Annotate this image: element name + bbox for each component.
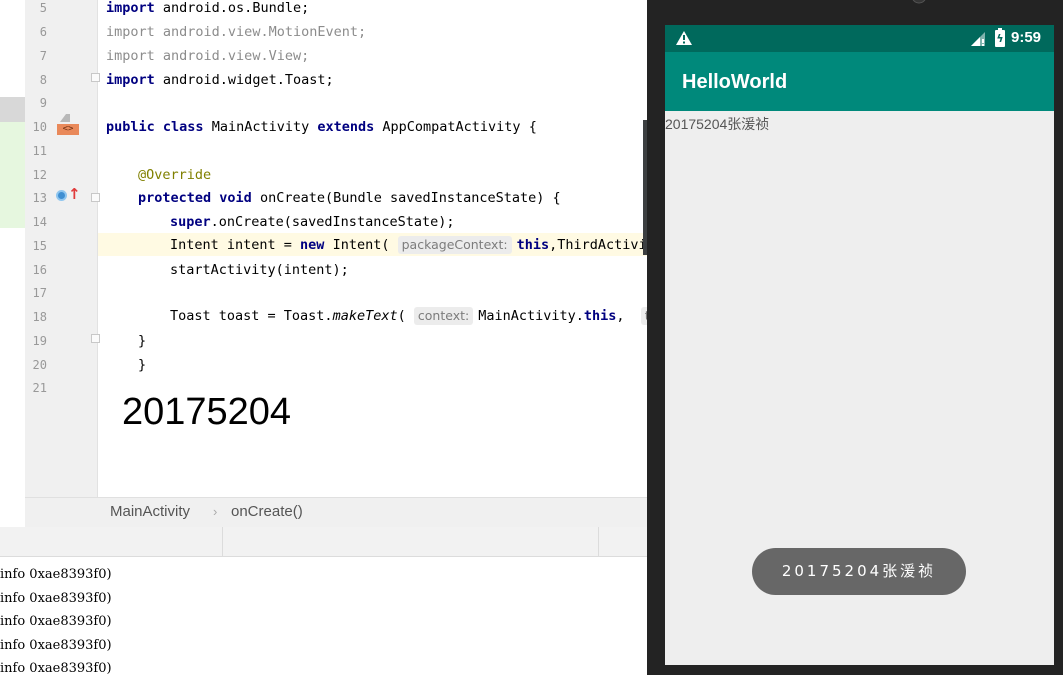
- line-number: 16: [32, 263, 47, 277]
- line-gutter[interactable]: 5 6 7 8 9 10 11 12 13 14 15 16 17 18 19 …: [25, 0, 100, 497]
- log-line: info 0xae8393f0): [0, 567, 112, 582]
- code-editor[interactable]: 5 6 7 8 9 10 11 12 13 14 15 16 17 18 19 …: [0, 0, 647, 497]
- line-number: 11: [32, 144, 47, 158]
- code-line: import android.view.View;: [106, 48, 310, 64]
- log-line: info 0xae8393f0): [0, 661, 112, 675]
- code-line: import android.widget.Toast;: [106, 72, 334, 88]
- parameter-hint: packageContext:: [397, 236, 512, 254]
- log-line: info 0xae8393f0): [0, 638, 112, 653]
- log-column[interactable]: [0, 527, 223, 557]
- selected-row-highlight: [0, 97, 25, 122]
- code-line: startActivity(intent);: [170, 262, 349, 278]
- line-number: 19: [32, 334, 47, 348]
- breadcrumb-class[interactable]: MainActivity: [110, 503, 190, 520]
- code-line: super.onCreate(savedInstanceState);: [170, 214, 455, 230]
- line-number: 10: [32, 120, 47, 134]
- code-line: import android.view.MotionEvent;: [106, 24, 367, 40]
- parameter-hint: context:: [413, 307, 474, 325]
- text-view: 20175204张湲祯: [665, 116, 770, 132]
- toast-message: 20175204张湲祯: [752, 548, 966, 595]
- overlay-number-text: 20175204: [122, 391, 292, 433]
- warning-icon: [676, 31, 692, 45]
- log-column[interactable]: [222, 527, 599, 557]
- app-bar: HelloWorld: [665, 52, 1054, 111]
- log-line: info 0xae8393f0): [0, 614, 112, 629]
- status-time: 9:59: [1011, 29, 1042, 46]
- log-header: [0, 527, 647, 557]
- breadcrumb-method[interactable]: onCreate(): [231, 503, 303, 520]
- breadcrumb-separator: ›: [213, 504, 218, 519]
- logcat-output[interactable]: info 0xae8393f0) info 0xae8393f0) info 0…: [0, 557, 647, 675]
- line-number: 9: [39, 96, 47, 110]
- line-number: 17: [32, 286, 47, 300]
- emulator-sensor-icon: [912, 0, 926, 4]
- line-number: 12: [32, 168, 47, 182]
- override-icon[interactable]: ↑: [56, 185, 81, 204]
- battery-icon: ϟ: [995, 28, 1005, 47]
- code-line: }: [138, 333, 147, 349]
- line-number: 15: [32, 239, 47, 253]
- project-panel-edge: [0, 0, 25, 497]
- code-line: Toast toast = Toast.makeText( context: Ma…: [170, 307, 647, 325]
- line-number: 18: [32, 310, 47, 324]
- line-number: 21: [32, 381, 47, 395]
- code-line: public class MainActivity extends AppCom…: [106, 119, 537, 135]
- code-line: Intent intent = new Intent( packageConte…: [170, 236, 647, 254]
- line-number: 13: [32, 191, 47, 205]
- vcs-change-highlight: [0, 122, 25, 228]
- breadcrumb: MainActivity › onCreate(): [25, 497, 647, 527]
- code-line: import android.os.Bundle;: [106, 0, 310, 16]
- line-number: 6: [39, 25, 47, 39]
- signal-icon: [971, 32, 985, 46]
- line-number: 8: [39, 73, 47, 87]
- line-number: 7: [39, 49, 47, 63]
- emulator-screen[interactable]: ϟ 9:59 HelloWorld 20175204张湲祯 20175204张湲…: [665, 25, 1054, 665]
- code-line: @Override: [138, 167, 212, 183]
- line-number: 14: [32, 215, 47, 229]
- code-line: protected void onCreate(Bundle savedInst…: [138, 190, 561, 206]
- app-title: HelloWorld: [682, 71, 788, 93]
- code-area[interactable]: import android.os.Bundle; import android…: [98, 0, 647, 497]
- log-line: info 0xae8393f0): [0, 591, 112, 606]
- line-number: 5: [39, 1, 47, 15]
- line-number: 20: [32, 358, 47, 372]
- implements-icon[interactable]: <>: [57, 114, 79, 136]
- code-line: }: [138, 357, 147, 373]
- status-bar: ϟ 9:59: [665, 25, 1054, 52]
